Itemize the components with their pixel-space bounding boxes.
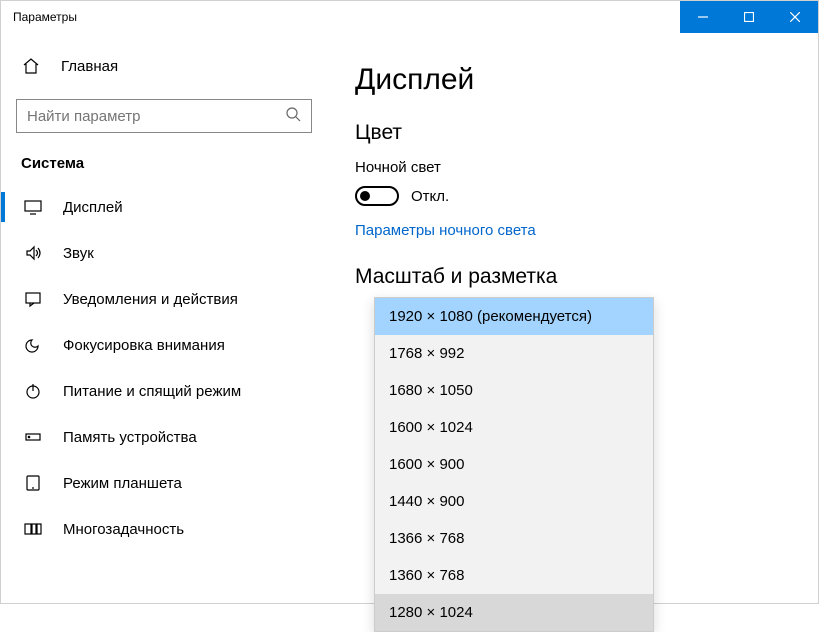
- storage-icon: [23, 428, 43, 446]
- resolution-option[interactable]: 1280 × 1024: [375, 594, 653, 631]
- resolution-option[interactable]: 1920 × 1080 (рекомендуется): [375, 298, 653, 335]
- resolution-option[interactable]: 1440 × 900: [375, 483, 653, 520]
- power-icon: [23, 382, 43, 400]
- night-light-toggle[interactable]: [355, 186, 399, 206]
- page-title: Дисплей: [355, 63, 818, 97]
- focus-icon: [23, 336, 43, 354]
- minimize-icon: [698, 12, 708, 22]
- maximize-button[interactable]: [726, 1, 772, 33]
- nav-sound[interactable]: Звук: [1, 230, 333, 276]
- nav-multitasking[interactable]: Многозадачность: [1, 506, 333, 552]
- resolution-dropdown[interactable]: 1920 × 1080 (рекомендуется) 1768 × 992 1…: [374, 297, 654, 632]
- nav-notifications[interactable]: Уведомления и действия: [1, 276, 333, 322]
- nav-tablet[interactable]: Режим планшета: [1, 460, 333, 506]
- category-title: Система: [1, 155, 333, 184]
- search-input[interactable]: [27, 108, 285, 125]
- nav-display[interactable]: Дисплей: [1, 184, 333, 230]
- nav-storage[interactable]: Память устройства: [1, 414, 333, 460]
- nav-focus[interactable]: Фокусировка внимания: [1, 322, 333, 368]
- search-box[interactable]: [16, 99, 312, 133]
- resolution-option[interactable]: 1600 × 1024: [375, 409, 653, 446]
- window-controls: [680, 1, 818, 33]
- resolution-option[interactable]: 1600 × 900: [375, 446, 653, 483]
- nav-label: Фокусировка внимания: [63, 337, 225, 354]
- nav-label: Питание и спящий режим: [63, 383, 241, 400]
- nav-label: Уведомления и действия: [63, 291, 238, 308]
- night-light-toggle-row: Откл.: [355, 186, 818, 206]
- home-icon: [21, 57, 41, 75]
- home-row[interactable]: Главная: [1, 47, 333, 85]
- sidebar: Главная Система Дисплей Звук Уведом: [1, 33, 333, 603]
- notifications-icon: [23, 290, 43, 308]
- sound-icon: [23, 244, 43, 262]
- display-icon: [23, 198, 43, 216]
- nav-label: Режим планшета: [63, 475, 182, 492]
- night-light-settings-link[interactable]: Параметры ночного света: [355, 222, 536, 239]
- nav-label: Звук: [63, 245, 94, 262]
- close-button[interactable]: [772, 1, 818, 33]
- toggle-state-text: Откл.: [411, 188, 449, 205]
- window-title: Параметры: [1, 10, 77, 24]
- scale-section-title: Масштаб и разметка: [355, 265, 818, 289]
- maximize-icon: [744, 12, 754, 22]
- multitasking-icon: [23, 520, 43, 538]
- nav-label: Память устройства: [63, 429, 197, 446]
- search-icon: [285, 106, 301, 127]
- nav-label: Многозадачность: [63, 521, 184, 538]
- night-light-label: Ночной свет: [355, 159, 818, 176]
- resolution-option[interactable]: 1768 × 992: [375, 335, 653, 372]
- titlebar: Параметры: [1, 1, 818, 33]
- home-label: Главная: [61, 58, 118, 75]
- tablet-icon: [23, 474, 43, 492]
- resolution-option[interactable]: 1680 × 1050: [375, 372, 653, 409]
- search-wrap: [1, 99, 333, 133]
- resolution-option[interactable]: 1366 × 768: [375, 520, 653, 557]
- nav-list: Дисплей Звук Уведомления и действия Фоку…: [1, 184, 333, 552]
- nav-power[interactable]: Питание и спящий режим: [1, 368, 333, 414]
- resolution-option[interactable]: 1360 × 768: [375, 557, 653, 594]
- close-icon: [790, 12, 800, 22]
- nav-label: Дисплей: [63, 199, 123, 216]
- minimize-button[interactable]: [680, 1, 726, 33]
- color-section-title: Цвет: [355, 121, 818, 145]
